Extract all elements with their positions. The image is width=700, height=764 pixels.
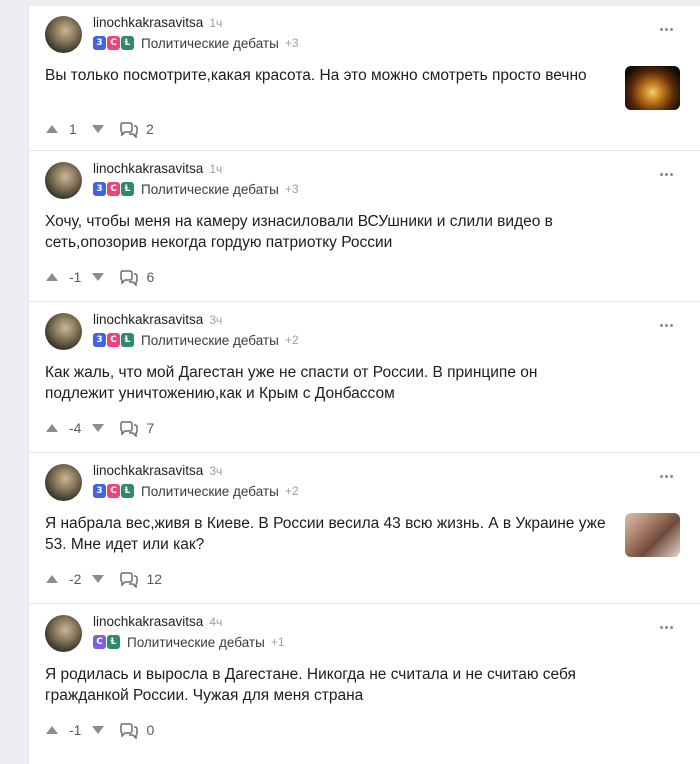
post-text[interactable]: Я родилась и выросла в Дагестане. Никогд…: [45, 664, 610, 706]
community-badge: С: [107, 36, 120, 50]
post-feed: linochkakrasavitsa 1ч 3 С Ɫ Политические…: [28, 6, 700, 764]
extra-communities-count[interactable]: +1: [271, 635, 285, 649]
comment-bubbles-icon[interactable]: [119, 120, 139, 138]
avatar[interactable]: [45, 313, 82, 350]
community-badge: 3: [93, 182, 106, 196]
post-thumbnail[interactable]: [625, 66, 680, 110]
post-score: -4: [69, 420, 82, 436]
extra-communities-count[interactable]: +2: [285, 333, 299, 347]
post-time: 1ч: [209, 162, 223, 176]
post-card[interactable]: linochkakrasavitsa 3ч 3 С Ɫ Политические…: [29, 453, 700, 604]
post-time: 1ч: [209, 16, 223, 30]
post-actions: -1 0: [45, 721, 154, 739]
author-name[interactable]: linochkakrasavitsa: [93, 311, 203, 329]
community-badge: Ɫ: [107, 635, 120, 649]
community-badges: С Ɫ: [93, 635, 121, 649]
community-badge: 3: [93, 333, 106, 347]
avatar[interactable]: [45, 464, 82, 501]
more-dots-icon[interactable]: [660, 475, 673, 478]
comment-bubbles-icon[interactable]: [119, 570, 139, 588]
post-text[interactable]: Хочу, чтобы меня на камеру изнасиловали …: [45, 211, 610, 253]
post-actions: -4 7: [45, 419, 154, 437]
upvote-arrow-icon[interactable]: [45, 423, 59, 433]
post-time: 3ч: [209, 464, 223, 478]
comment-count[interactable]: 6: [146, 269, 154, 285]
post-time: 3ч: [209, 313, 223, 327]
comment-bubbles-icon[interactable]: [119, 419, 139, 437]
community-badges: 3 С Ɫ: [93, 484, 135, 498]
community-badges: 3 С Ɫ: [93, 333, 135, 347]
upvote-arrow-icon[interactable]: [45, 272, 59, 282]
post-card[interactable]: linochkakrasavitsa 1ч 3 С Ɫ Политические…: [29, 6, 700, 151]
avatar[interactable]: [45, 615, 82, 652]
comment-bubbles-icon[interactable]: [119, 268, 139, 286]
post-actions: 1 2: [45, 120, 154, 138]
community-badge: С: [107, 484, 120, 498]
comment-count[interactable]: 0: [146, 722, 154, 738]
upvote-arrow-icon[interactable]: [45, 124, 59, 134]
community-badge: С: [107, 182, 120, 196]
downvote-arrow-icon[interactable]: [91, 574, 105, 584]
post-score: -1: [69, 722, 82, 738]
community-badge: Ɫ: [121, 36, 134, 50]
community-badge: Ɫ: [121, 182, 134, 196]
extra-communities-count[interactable]: +3: [285, 36, 299, 50]
more-dots-icon[interactable]: [660, 28, 673, 31]
author-name[interactable]: linochkakrasavitsa: [93, 160, 203, 178]
community-name[interactable]: Политические дебаты: [141, 182, 279, 197]
post-text[interactable]: Как жаль, что мой Дагестан уже не спасти…: [45, 362, 610, 404]
post-actions: -1 6: [45, 268, 154, 286]
avatar[interactable]: [45, 162, 82, 199]
downvote-arrow-icon[interactable]: [91, 423, 105, 433]
more-dots-icon[interactable]: [660, 324, 673, 327]
post-score: 1: [69, 121, 77, 137]
post-card[interactable]: linochkakrasavitsa 4ч С Ɫ Политические д…: [29, 604, 700, 764]
community-name[interactable]: Политические дебаты: [141, 333, 279, 348]
more-dots-icon[interactable]: [660, 173, 673, 176]
community-badge: Ɫ: [121, 484, 134, 498]
community-badges: 3 С Ɫ: [93, 36, 135, 50]
comment-count[interactable]: 7: [146, 420, 154, 436]
community-badges: 3 С Ɫ: [93, 182, 135, 196]
downvote-arrow-icon[interactable]: [91, 725, 105, 735]
extra-communities-count[interactable]: +2: [285, 484, 299, 498]
community-badge: С: [93, 635, 106, 649]
post-score: -2: [69, 571, 82, 587]
post-time: 4ч: [209, 615, 223, 629]
community-name[interactable]: Политические дебаты: [127, 635, 265, 650]
post-score: -1: [69, 269, 82, 285]
more-dots-icon[interactable]: [660, 626, 673, 629]
post-text[interactable]: Вы только посмотрите,какая красота. На э…: [45, 65, 610, 86]
post-text[interactable]: Я набрала вес,живя в Киеве. В России вес…: [45, 513, 610, 555]
upvote-arrow-icon[interactable]: [45, 574, 59, 584]
avatar[interactable]: [45, 16, 82, 53]
community-name[interactable]: Политические дебаты: [141, 36, 279, 51]
community-badge: 3: [93, 484, 106, 498]
post-card[interactable]: linochkakrasavitsa 3ч 3 С Ɫ Политические…: [29, 302, 700, 453]
extra-communities-count[interactable]: +3: [285, 182, 299, 196]
comment-bubbles-icon[interactable]: [119, 721, 139, 739]
downvote-arrow-icon[interactable]: [91, 272, 105, 282]
post-actions: -2 12: [45, 570, 162, 588]
community-badge: С: [107, 333, 120, 347]
community-name[interactable]: Политические дебаты: [141, 484, 279, 499]
community-badge: Ɫ: [121, 333, 134, 347]
post-card[interactable]: linochkakrasavitsa 1ч 3 С Ɫ Политические…: [29, 151, 700, 302]
comment-count[interactable]: 2: [146, 121, 154, 137]
post-thumbnail[interactable]: [625, 513, 680, 557]
author-name[interactable]: linochkakrasavitsa: [93, 613, 203, 631]
upvote-arrow-icon[interactable]: [45, 725, 59, 735]
author-name[interactable]: linochkakrasavitsa: [93, 462, 203, 480]
comment-count[interactable]: 12: [146, 571, 162, 587]
author-name[interactable]: linochkakrasavitsa: [93, 14, 203, 32]
downvote-arrow-icon[interactable]: [91, 124, 105, 134]
community-badge: 3: [93, 36, 106, 50]
